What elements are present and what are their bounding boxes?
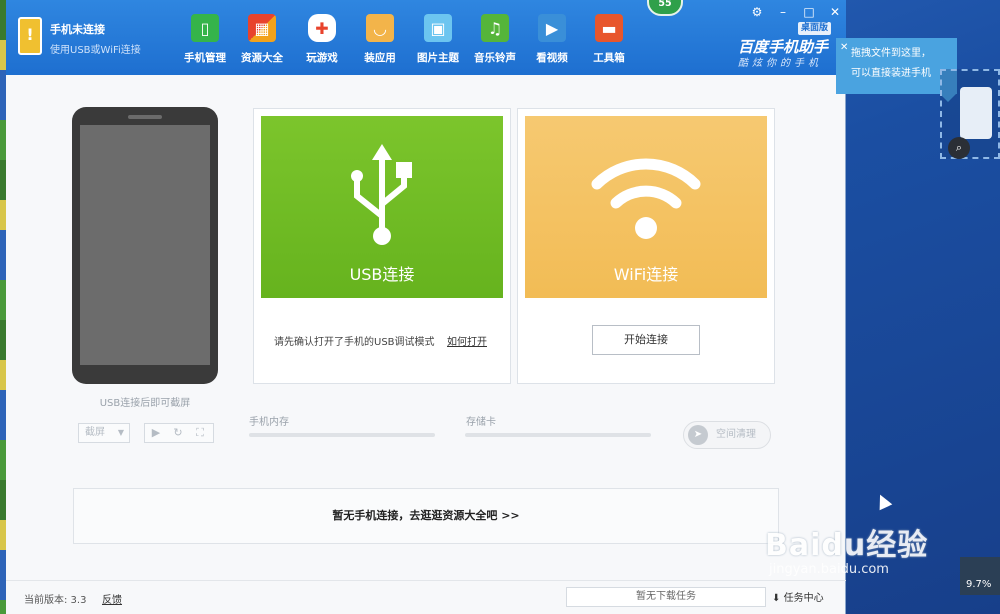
nav-label: 手机管理 <box>184 52 226 64</box>
tooltip-line-1: 拖拽文件到这里， <box>851 48 931 59</box>
feedback-link[interactable]: 反馈 <box>102 591 122 606</box>
chevron-down-icon: ▼ <box>117 428 124 437</box>
status-title: 手机未连接 <box>50 23 105 36</box>
refresh-icon[interactable]: ↻ <box>167 424 189 442</box>
shopping-bag-icon: ◡ <box>366 14 394 42</box>
memory-label: 手机内存 <box>249 417 289 428</box>
gamepad-icon: ✚ <box>308 14 336 42</box>
nav-label: 看视频 <box>536 52 568 64</box>
music-icon: ♫ <box>481 14 509 42</box>
app-window: ! 手机未连接 使用USB或WiFi连接 ▯ 手机管理 ▦ 资源大全 ✚ 玩游戏… <box>6 0 846 614</box>
how-to-enable-link[interactable]: 如何打开 <box>447 333 487 348</box>
nav-resources[interactable]: ▦ 资源大全 <box>233 0 291 75</box>
phone-warning-icon: ! <box>18 17 42 55</box>
wifi-connection-card: WiFi连接 开始连接 <box>517 108 775 384</box>
nav-image-themes[interactable]: ▣ 图片主题 <box>409 0 467 75</box>
system-progress-tile: 9.7% <box>960 557 1000 595</box>
brand-edition: 桌面版 <box>798 22 832 35</box>
download-arrow-icon: ⬇ <box>772 593 781 604</box>
usb-hint: 请先确认打开了手机的USB调试模式 <box>274 337 435 348</box>
phone-screen <box>80 125 210 365</box>
task-center-label: 任务中心 <box>783 593 824 604</box>
nav-games[interactable]: ✚ 玩游戏 <box>293 0 351 75</box>
close-button[interactable]: ✕ <box>826 4 844 20</box>
watermark-url: jingyan.baidu.com <box>769 562 889 577</box>
footer: 当前版本: 3.3 反馈 暂无下载任务 ⬇ 任务中心 <box>6 580 846 614</box>
phone-speaker <box>128 115 162 119</box>
notification-badge[interactable]: 55 <box>647 0 683 16</box>
nav-toolbox[interactable]: ▬ 工具箱 <box>580 0 638 75</box>
wifi-connect-tile[interactable]: WiFi连接 <box>525 116 767 298</box>
space-clean-button[interactable]: ➤ 空间清理 <box>683 421 771 449</box>
toolbox-icon: ▬ <box>595 14 623 42</box>
phone-preview <box>72 107 218 384</box>
version-label: 当前版本: 3.3 <box>24 595 87 606</box>
resources-banner[interactable]: 暂无手机连接，去逛逛资源大全吧 >> <box>73 488 779 544</box>
play-icon[interactable]: ▶ <box>145 424 167 442</box>
phone-caption: USB连接后即可截屏 <box>99 398 191 409</box>
nav-label: 装应用 <box>364 52 396 64</box>
start-connect-button[interactable]: 开始连接 <box>592 325 700 355</box>
clean-label: 空间清理 <box>716 429 756 440</box>
drag-drop-tooltip: ✕ 拖拽文件到这里， 可以直接装进手机 <box>836 38 957 102</box>
resources-icon: ▦ <box>248 14 276 42</box>
fullscreen-icon[interactable]: ⛶ <box>189 424 211 442</box>
title-bar: ! 手机未连接 使用USB或WiFi连接 ▯ 手机管理 ▦ 资源大全 ✚ 玩游戏… <box>6 0 846 75</box>
nav-label: 工具箱 <box>593 52 625 64</box>
video-icon: ▶ <box>538 14 566 42</box>
task-center-button[interactable]: ⬇ 任务中心 <box>772 589 824 604</box>
minimize-button[interactable]: – <box>774 4 792 20</box>
nav-video[interactable]: ▶ 看视频 <box>523 0 581 75</box>
brand-slogan: 酷炫你的手机 <box>738 58 822 69</box>
status-subtitle: 使用USB或WiFi连接 <box>50 45 141 56</box>
usb-connection-card: USB连接 请先确认打开了手机的USB调试模式 如何打开 <box>253 108 511 384</box>
screenshot-controls: 截屏 ▼ ▶ ↻ ⛶ <box>78 423 218 443</box>
usb-connect-tile[interactable]: USB连接 <box>261 116 503 298</box>
close-icon[interactable]: ✕ <box>840 38 848 58</box>
nav-apps[interactable]: ◡ 装应用 <box>351 0 409 75</box>
connection-status[interactable]: ! 手机未连接 使用USB或WiFi连接 <box>16 15 176 60</box>
download-status[interactable]: 暂无下载任务 <box>566 587 766 607</box>
file-drop-zone[interactable]: ⌕ <box>940 69 1000 159</box>
phone-manage-icon: ▯ <box>191 14 219 42</box>
memory-bar <box>249 433 435 437</box>
nav-label: 玩游戏 <box>306 52 338 64</box>
settings-icon[interactable]: ⚙ <box>748 4 766 20</box>
sdcard-label: 存储卡 <box>466 417 496 428</box>
screenshot-dropdown[interactable]: 截屏 ▼ <box>78 423 130 443</box>
watermark-text: Baidu经验 <box>765 528 929 563</box>
screen-playback-controls: ▶ ↻ ⛶ <box>144 423 214 443</box>
progress-percent: 9.7% <box>966 579 992 590</box>
nav-label: 音乐铃声 <box>474 52 516 64</box>
sdcard-bar <box>465 433 651 437</box>
paper-plane-icon: ➤ <box>688 425 708 445</box>
nav-label: 图片主题 <box>417 52 459 64</box>
nav-phone-manage[interactable]: ▯ 手机管理 <box>176 0 234 75</box>
maximize-button[interactable]: □ <box>800 4 818 20</box>
wifi-label: WiFi连接 <box>613 265 679 284</box>
phone-usb-icon <box>960 87 992 139</box>
nav-music[interactable]: ♫ 音乐铃声 <box>466 0 524 75</box>
brand-logo: 桌面版 百度手机助手 酷炫你的手机 <box>734 22 842 69</box>
nav-label: 资源大全 <box>241 52 283 64</box>
image-theme-icon: ▣ <box>424 14 452 42</box>
usb-label: USB连接 <box>349 265 415 284</box>
screenshot-label: 截屏 <box>85 427 105 438</box>
search-icon[interactable]: ⌕ <box>948 137 970 159</box>
